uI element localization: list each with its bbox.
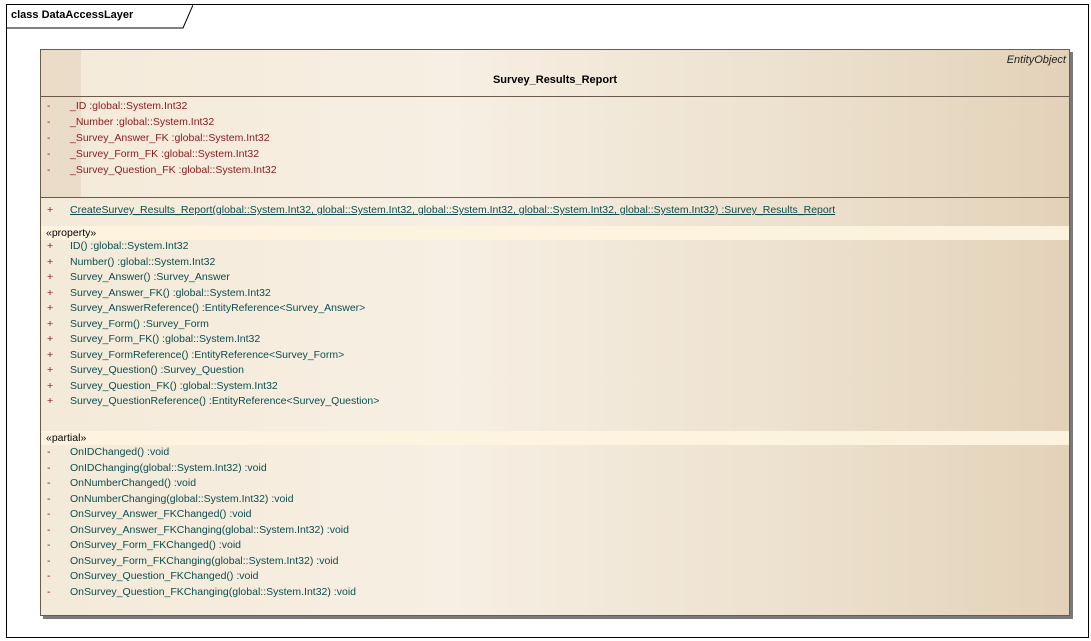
property-row-text: ID() :global::System.Int32 bbox=[70, 240, 189, 252]
property-row-text: Survey_Form() :Survey_Form bbox=[70, 317, 209, 330]
partial-method-row[interactable]: - OnSurvey_Question_FKChanging(global::Sy… bbox=[41, 585, 1069, 601]
partial-method-row[interactable]: - OnNumberChanging(global::System.Int32) … bbox=[41, 492, 1069, 508]
visibility-marker: - bbox=[47, 492, 51, 505]
partial-method-row-text: OnSurvey_Form_FKChanged() :void bbox=[70, 539, 241, 551]
visibility-marker: - bbox=[47, 554, 51, 567]
visibility-marker: - bbox=[47, 477, 51, 489]
visibility-marker: - bbox=[47, 523, 51, 536]
visibility-marker: + bbox=[47, 395, 54, 407]
operation-row-text: CreateSurvey_Results_Report(global::Syst… bbox=[70, 204, 836, 216]
visibility-marker: - bbox=[47, 100, 51, 112]
visibility-marker: + bbox=[47, 255, 54, 268]
attribute-row-text: _Survey_Question_FK :global::System.Int3… bbox=[70, 164, 277, 176]
visibility-marker: - bbox=[47, 570, 51, 582]
property-row[interactable]: + Survey_QuestionReference() :EntityRefer… bbox=[41, 394, 1069, 410]
partial-method-row-text: OnNumberChanged() :void bbox=[70, 477, 197, 489]
attribute-row[interactable]: - _Survey_Answer_FK :global::System.Int32 bbox=[41, 130, 1069, 146]
visibility-marker: - bbox=[47, 148, 51, 160]
property-row[interactable]: + Survey_FormReference() :EntityReference… bbox=[41, 348, 1069, 364]
visibility-marker: + bbox=[47, 286, 54, 299]
property-row-text: Number() :global::System.Int32 bbox=[70, 255, 216, 268]
operation-row[interactable]: + CreateSurvey_Results_Report(global::Sys… bbox=[41, 202, 1069, 218]
attribute-row[interactable]: - _ID :global::System.Int32 bbox=[41, 98, 1069, 114]
property-row-text: Survey_Question_FK() :global::System.Int… bbox=[70, 379, 278, 392]
property-row[interactable]: + Survey_Question_FK() :global::System.In… bbox=[41, 379, 1069, 395]
visibility-marker: + bbox=[47, 271, 54, 283]
visibility-marker: - bbox=[47, 508, 51, 520]
visibility-marker: + bbox=[47, 302, 54, 314]
visibility-marker: - bbox=[47, 539, 51, 551]
frame-title-tab: class DataAccessLayer bbox=[7, 5, 193, 29]
visibility-marker: - bbox=[47, 446, 51, 458]
partial-method-row-text: OnSurvey_Answer_FKChanged() :void bbox=[70, 508, 252, 520]
property-row-text: Survey_Form_FK() :global::System.Int32 bbox=[70, 333, 261, 345]
attributes-compartment: - _ID :global::System.Int32- _Number :glob… bbox=[41, 98, 1069, 178]
attribute-row-text: _Survey_Form_FK :global::System.Int32 bbox=[70, 148, 260, 160]
visibility-marker: + bbox=[47, 317, 54, 330]
partial-method-row-text: OnSurvey_Form_FKChanging(global::System.… bbox=[70, 554, 339, 567]
visibility-marker: - bbox=[47, 164, 51, 176]
property-row-text: Survey_Answer_FK() :global::System.Int32 bbox=[70, 286, 271, 299]
property-row[interactable]: + Survey_AnswerReference() :EntityReferen… bbox=[41, 301, 1069, 317]
property-row-text: Survey_AnswerReference() :EntityReferenc… bbox=[70, 302, 366, 314]
partial-operations: - OnIDChanged() :void - OnIDChanging(global… bbox=[41, 445, 1069, 600]
partial-stereotype-label: «partial» bbox=[41, 431, 1069, 445]
partial-method-row[interactable]: - OnSurvey_Answer_FKChanging(global::Syst… bbox=[41, 523, 1069, 539]
frame-title: class DataAccessLayer bbox=[11, 9, 134, 21]
class-stereotype: EntityObject bbox=[1006, 54, 1066, 66]
property-row[interactable]: + Survey_Form_FK() :global::System.Int32 bbox=[41, 332, 1069, 348]
property-operations: + ID() :global::System.Int32 + Number() :gl… bbox=[41, 239, 1069, 410]
static-operations: + CreateSurvey_Results_Report(global::Sys… bbox=[41, 202, 1069, 218]
partial-method-row[interactable]: - OnSurvey_Question_FKChanged() :void bbox=[41, 569, 1069, 585]
attribute-row[interactable]: - _Survey_Form_FK :global::System.Int32 bbox=[41, 146, 1069, 162]
property-row[interactable]: + Survey_Answer() :Survey_Answer bbox=[41, 270, 1069, 286]
attribute-row[interactable]: - _Number :global::System.Int32 bbox=[41, 114, 1069, 130]
property-row-text: Survey_Answer() :Survey_Answer bbox=[70, 271, 230, 283]
partial-method-row[interactable]: - OnIDChanged() :void bbox=[41, 445, 1069, 461]
property-row-text: Survey_FormReference() :EntityReference<… bbox=[70, 348, 345, 361]
partial-method-row-text: OnSurvey_Question_FKChanging(global::Sys… bbox=[70, 585, 356, 598]
attribute-row-text: _ID :global::System.Int32 bbox=[70, 100, 188, 112]
visibility-marker: + bbox=[47, 348, 54, 361]
visibility-marker: + bbox=[47, 240, 54, 252]
partial-method-row-text: OnIDChanging(global::System.Int32) :void bbox=[70, 461, 267, 474]
visibility-marker: + bbox=[47, 333, 54, 345]
visibility-marker: - bbox=[47, 585, 51, 598]
visibility-marker: - bbox=[47, 132, 51, 144]
visibility-marker: - bbox=[47, 461, 51, 474]
class-element[interactable]: EntityObject Survey_Results_Report - _ID … bbox=[40, 49, 1070, 616]
attribute-row-text: _Number :global::System.Int32 bbox=[70, 116, 215, 128]
visibility-marker: - bbox=[47, 116, 51, 128]
visibility-marker: + bbox=[47, 204, 54, 216]
property-row[interactable]: + Survey_Form() :Survey_Form bbox=[41, 317, 1069, 333]
partial-method-row-text: OnSurvey_Answer_FKChanging(global::Syste… bbox=[70, 523, 349, 536]
partial-method-row-text: OnSurvey_Question_FKChanged() :void bbox=[70, 570, 259, 582]
attribute-row-text: _Survey_Answer_FK :global::System.Int32 bbox=[70, 132, 270, 144]
property-row-text: Survey_Question() :Survey_Question bbox=[70, 364, 244, 376]
attribute-row[interactable]: - _Survey_Question_FK :global::System.Int… bbox=[41, 162, 1069, 178]
property-row-text: Survey_QuestionReference() :EntityRefere… bbox=[70, 395, 380, 407]
class-name: Survey_Results_Report bbox=[492, 74, 618, 86]
attributes-operations-divider bbox=[41, 197, 1069, 198]
visibility-marker: + bbox=[47, 364, 54, 376]
property-stereotype-label: «property» bbox=[41, 226, 1069, 240]
partial-method-row[interactable]: - OnIDChanging(global::System.Int32) :voi… bbox=[41, 461, 1069, 477]
property-row[interactable]: + Survey_Question() :Survey_Question bbox=[41, 363, 1069, 379]
diagram-frame: class DataAccessLayer EntityObject Surve… bbox=[6, 4, 1089, 638]
partial-method-row[interactable]: - OnNumberChanged() :void bbox=[41, 476, 1069, 492]
property-row[interactable]: + Number() :global::System.Int32 bbox=[41, 255, 1069, 271]
partial-method-row[interactable]: - OnSurvey_Form_FKChanging(global::System… bbox=[41, 554, 1069, 570]
partial-method-row[interactable]: - OnSurvey_Answer_FKChanged() :void bbox=[41, 507, 1069, 523]
property-row[interactable]: + Survey_Answer_FK() :global::System.Int3… bbox=[41, 286, 1069, 302]
partial-method-row-text: OnIDChanged() :void bbox=[70, 446, 170, 458]
partial-method-row[interactable]: - OnSurvey_Form_FKChanged() :void bbox=[41, 538, 1069, 554]
property-row[interactable]: + ID() :global::System.Int32 bbox=[41, 239, 1069, 255]
partial-method-row-text: OnNumberChanging(global::System.Int32) :… bbox=[70, 492, 294, 505]
visibility-marker: + bbox=[47, 379, 54, 392]
name-attributes-divider bbox=[41, 96, 1069, 97]
